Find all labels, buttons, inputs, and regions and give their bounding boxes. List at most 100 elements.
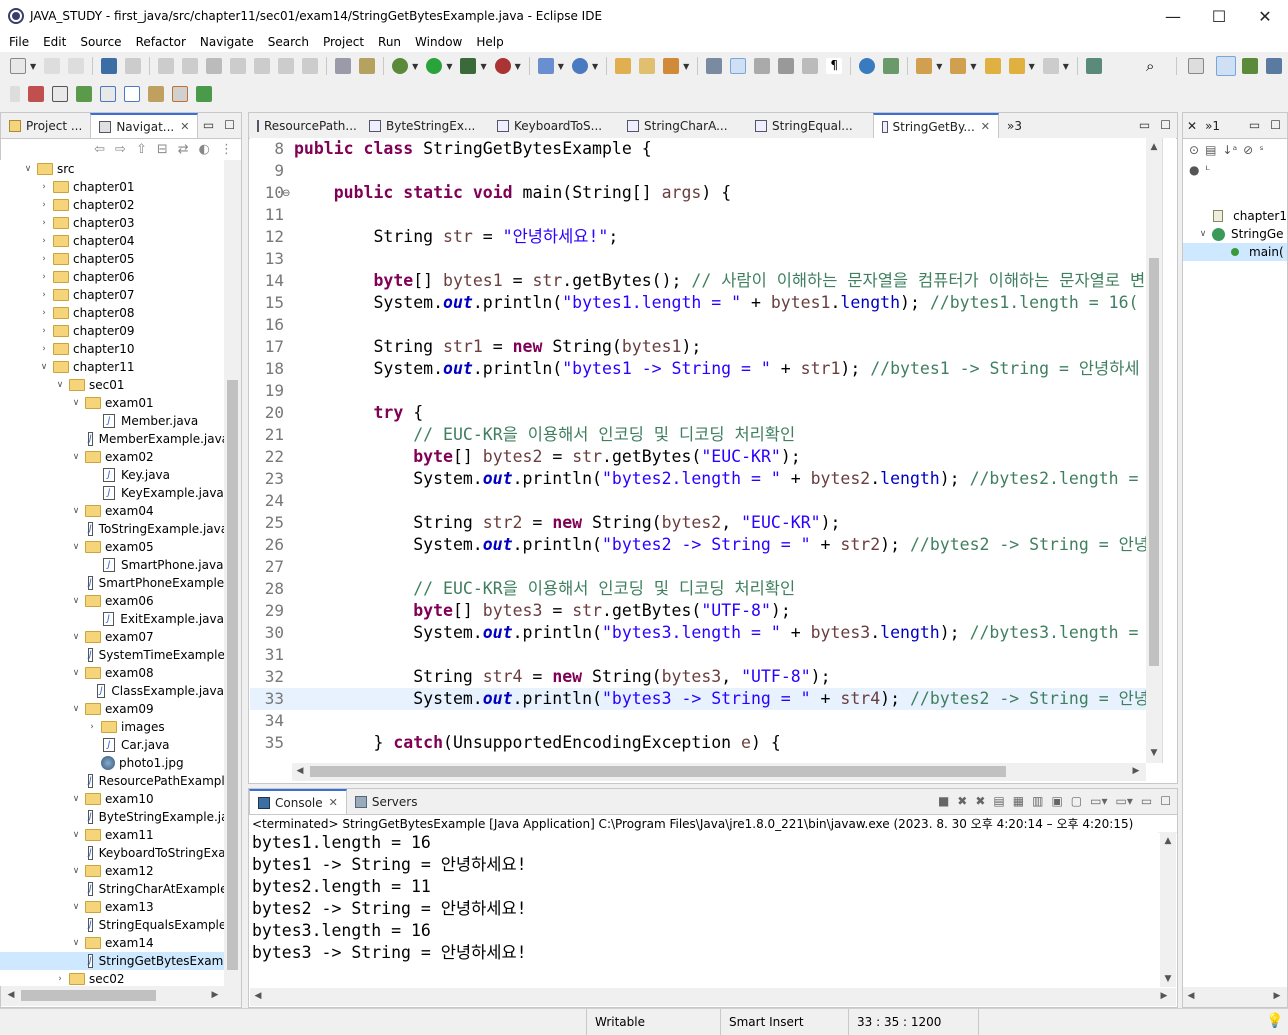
minimize-console-icon[interactable]: ▭ bbox=[1141, 794, 1152, 808]
chevron-right-icon[interactable]: › bbox=[38, 200, 50, 210]
web-browser-icon[interactable] bbox=[859, 58, 876, 74]
tree-item[interactable]: ∨ exam04 bbox=[0, 502, 224, 520]
tree-item[interactable]: › chapter09 bbox=[0, 322, 224, 340]
tab-resourcepath[interactable]: ResourcePath... bbox=[249, 114, 361, 138]
tree-item[interactable]: ∨ exam09 bbox=[0, 700, 224, 718]
console-horizontal-scrollbar[interactable]: ◀ ▶ bbox=[250, 988, 1176, 1006]
chevron-down-icon[interactable]: ∨ bbox=[70, 866, 82, 876]
tree-item[interactable]: › images bbox=[0, 718, 224, 736]
link-editor-icon[interactable]: ⇄ bbox=[178, 142, 189, 157]
chevron-down-icon[interactable]: ∨ bbox=[70, 704, 82, 714]
tab-stringgetbytes[interactable]: StringGetBy... ✕ bbox=[873, 113, 999, 138]
show-whitespace-icon[interactable] bbox=[778, 58, 795, 74]
code-line[interactable]: 22 byte[] bytes2 = str.getBytes("EUC-KR"… bbox=[250, 446, 1146, 468]
chevron-right-icon[interactable]: › bbox=[38, 272, 50, 282]
tree-item[interactable]: › sec02 bbox=[0, 970, 224, 986]
close-icon[interactable]: ✕ bbox=[180, 120, 189, 133]
download-icon[interactable] bbox=[196, 86, 212, 102]
team-sync-icon[interactable] bbox=[883, 58, 900, 74]
forward-dropdown-icon[interactable]: ▼ bbox=[1063, 62, 1069, 71]
git-perspective-icon[interactable] bbox=[1266, 58, 1282, 74]
prev-annotation-dropdown-icon[interactable]: ▼ bbox=[970, 62, 976, 71]
external-tools-dropdown-icon[interactable]: ▼ bbox=[515, 62, 521, 71]
external-tools-icon[interactable] bbox=[494, 58, 511, 74]
tree-hscroll-thumb[interactable] bbox=[21, 990, 156, 1001]
coverage-dropdown-icon[interactable]: ▼ bbox=[480, 62, 486, 71]
class-file-icon[interactable] bbox=[100, 86, 116, 102]
up-nav-icon[interactable]: ⇧ bbox=[136, 142, 147, 157]
hide-fields-icon[interactable]: ⊘ bbox=[1243, 143, 1253, 157]
chevron-down-icon[interactable]: ∨ bbox=[70, 794, 82, 804]
tab-console[interactable]: Console ✕ bbox=[249, 789, 347, 814]
suspend-icon[interactable] bbox=[182, 58, 199, 74]
tree-item[interactable]: J KeyExample.java bbox=[0, 484, 224, 502]
editor-horizontal-scrollbar[interactable]: ◀ ▶ bbox=[292, 763, 1146, 781]
pilcrow-icon[interactable]: ¶ bbox=[826, 58, 843, 74]
code-line[interactable]: 9 bbox=[250, 160, 1146, 182]
back-dropdown-icon[interactable]: ▼ bbox=[1029, 62, 1035, 71]
tree-item[interactable]: J ClassExample.java bbox=[0, 682, 224, 700]
editor-hscroll-thumb[interactable] bbox=[310, 766, 1006, 777]
chevron-right-icon[interactable]: › bbox=[38, 344, 50, 354]
code-line[interactable]: 28 // EUC-KR을 이용해서 인코딩 및 디코딩 처리확인 bbox=[250, 578, 1146, 600]
tree-item[interactable]: J SystemTimeExample.java bbox=[0, 646, 224, 664]
code-line[interactable]: 21 // EUC-KR을 이용해서 인코딩 및 디코딩 처리확인 bbox=[250, 424, 1146, 446]
chevron-down-icon[interactable]: ∨ bbox=[70, 596, 82, 606]
scroll-right-arrow[interactable]: ▶ bbox=[1156, 991, 1172, 1001]
tree-item[interactable]: J ExitExample.java bbox=[0, 610, 224, 628]
menu-edit[interactable]: Edit bbox=[36, 35, 73, 49]
sort-icon[interactable] bbox=[148, 86, 164, 102]
code-editor[interactable]: 8 public class StringGetBytesExample {9 10… bbox=[250, 138, 1146, 763]
menu-run[interactable]: Run bbox=[371, 35, 408, 49]
outline-expand-icon[interactable]: ▤ bbox=[1205, 143, 1216, 157]
chevron-right-icon[interactable]: › bbox=[38, 290, 50, 300]
code-line[interactable]: 26 System.out.println("bytes2 -> String … bbox=[250, 534, 1146, 556]
tree-item[interactable]: ∨ exam13 bbox=[0, 898, 224, 916]
terminate-console-icon[interactable]: ■ bbox=[938, 794, 949, 808]
open-task-icon[interactable] bbox=[639, 58, 656, 74]
chevron-right-icon[interactable]: › bbox=[38, 236, 50, 246]
code-line[interactable]: 11 bbox=[250, 204, 1146, 226]
scroll-down-arrow[interactable]: ▼ bbox=[1160, 974, 1176, 984]
code-line[interactable]: 10 public static void main(String[] args… bbox=[250, 182, 1146, 204]
terminal-icon[interactable] bbox=[101, 58, 118, 74]
editor-vertical-scrollbar[interactable]: ▲ ▼ bbox=[1146, 138, 1162, 763]
tree-item[interactable]: J Key.java bbox=[0, 466, 224, 484]
maximize-outline-icon[interactable]: ☐ bbox=[1270, 118, 1281, 132]
tree-horizontal-scrollbar[interactable]: ◀ ▶ bbox=[1, 986, 241, 1006]
step-return-icon[interactable] bbox=[302, 58, 319, 74]
code-line[interactable]: 33 System.out.println("bytes3 -> String … bbox=[250, 688, 1146, 710]
tree-item[interactable]: ∨ exam05 bbox=[0, 538, 224, 556]
tab-bytestring[interactable]: ByteStringEx... bbox=[361, 114, 489, 138]
menu-window[interactable]: Window bbox=[408, 35, 469, 49]
scroll-left-arrow[interactable]: ◀ bbox=[1183, 991, 1199, 1001]
build-icon[interactable] bbox=[359, 58, 376, 74]
tree-item[interactable]: › chapter10 bbox=[0, 340, 224, 358]
window-icon[interactable] bbox=[52, 86, 68, 102]
chevron-right-icon[interactable]: › bbox=[38, 254, 50, 264]
close-icon[interactable]: ✕ bbox=[1183, 114, 1201, 138]
outline-horizontal-scrollbar[interactable]: ◀ ▶ bbox=[1183, 987, 1287, 1007]
display-selected-console-icon[interactable]: ▢ bbox=[1071, 794, 1082, 808]
new-java-project-dropdown-icon[interactable]: ▼ bbox=[558, 62, 564, 71]
hide-static-icon[interactable]: ˢ bbox=[1259, 143, 1263, 157]
tab-stringequals[interactable]: StringEqual... bbox=[747, 114, 873, 138]
new-icon[interactable] bbox=[10, 58, 26, 74]
sort-az-icon[interactable]: ↓ᵃ bbox=[1222, 143, 1237, 157]
java-perspective-icon[interactable] bbox=[1216, 56, 1236, 76]
scroll-lock-icon[interactable]: ▤ bbox=[993, 794, 1004, 808]
filters-icon[interactable]: ◐ bbox=[199, 142, 210, 157]
step-over-icon[interactable] bbox=[278, 58, 295, 74]
chevron-down-icon[interactable]: ∨ bbox=[70, 668, 82, 678]
code-line[interactable]: 25 String str2 = new String(bytes2, "EUC… bbox=[250, 512, 1146, 534]
tab-project-explorer[interactable]: Project ... bbox=[1, 114, 90, 138]
code-line[interactable]: 17 String str1 = new String(bytes1); bbox=[250, 336, 1146, 358]
code-line[interactable]: 29 byte[] bytes3 = str.getBytes("UTF-8")… bbox=[250, 600, 1146, 622]
use-step-filters-icon[interactable] bbox=[335, 58, 352, 74]
chevron-down-icon[interactable]: ∨ bbox=[1197, 229, 1209, 239]
tree-item[interactable]: ∨ src bbox=[0, 160, 224, 178]
last-edit-icon[interactable] bbox=[984, 58, 1001, 74]
chevron-down-icon[interactable]: ∨ bbox=[38, 362, 50, 372]
step-into-icon[interactable] bbox=[254, 58, 271, 74]
remove-launch-icon[interactable]: ✖ bbox=[957, 794, 967, 808]
